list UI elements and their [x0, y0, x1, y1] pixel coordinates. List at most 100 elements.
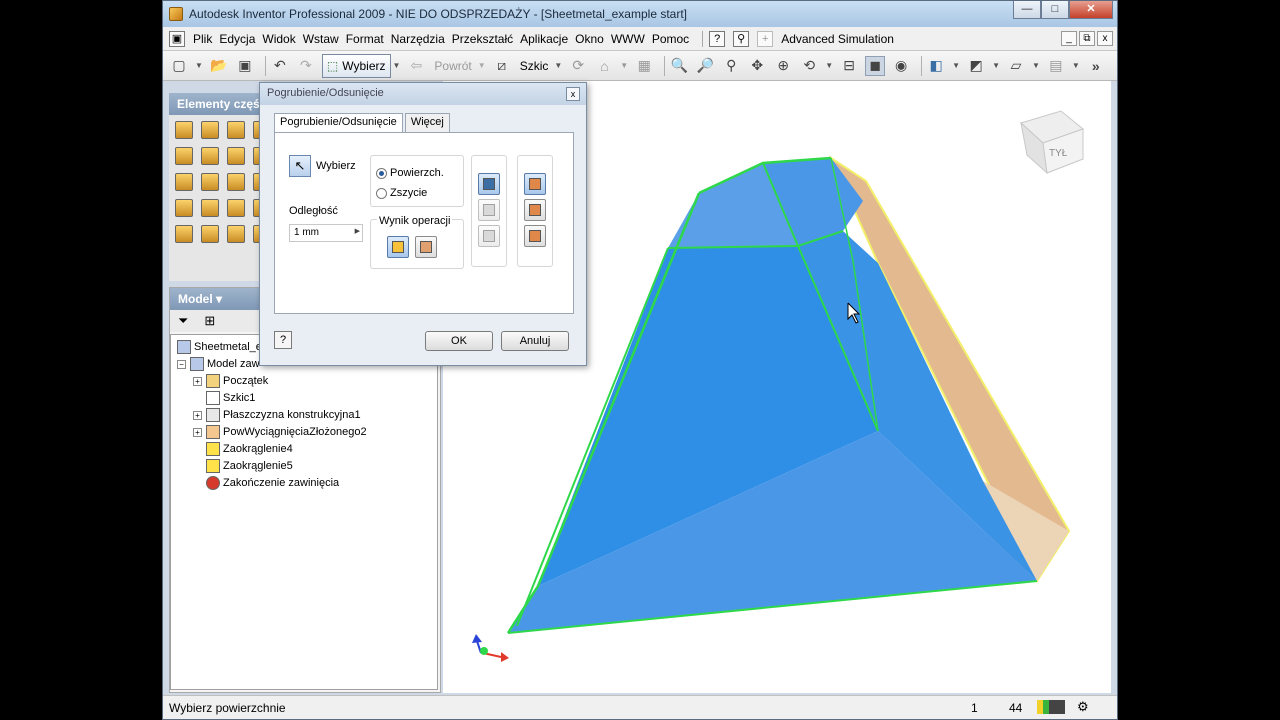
find-binoculars-icon[interactable]: ⊞	[204, 313, 215, 329]
hem-icon[interactable]	[201, 147, 219, 165]
intersect-button[interactable]	[478, 225, 500, 247]
display-mode-dropdown-icon[interactable]: ▼	[952, 61, 960, 70]
tree-item-sketch[interactable]: Szkic1	[206, 390, 255, 406]
radio-stitch[interactable]: Zszycie	[376, 187, 427, 199]
toolbar-overflow-icon[interactable]: »	[1086, 56, 1106, 76]
contour-flange-icon[interactable]	[201, 121, 219, 139]
radio-face[interactable]: Powierzch.	[376, 167, 444, 179]
collapse-icon[interactable]: −	[177, 359, 186, 369]
display-mode-icon[interactable]: ◧	[926, 56, 946, 76]
direction-2-button[interactable]	[524, 199, 546, 221]
menu-aplikacje[interactable]: Aplikacje	[520, 32, 568, 46]
expand-icon[interactable]: +	[193, 410, 202, 420]
minimize-button[interactable]: —	[1013, 1, 1041, 19]
tree-item-lofted-flange[interactable]: + PowWyciągnięciaZłożonego2	[193, 424, 367, 440]
corner-seam-icon[interactable]	[201, 173, 219, 191]
dialog-help-button[interactable]: ?	[274, 331, 292, 349]
menu-edycja[interactable]: Edycja	[219, 32, 255, 46]
tree-item-model-state[interactable]: − Model zaw	[177, 356, 260, 372]
dialog-close-icon[interactable]: x	[566, 87, 580, 101]
join-button[interactable]	[478, 173, 500, 195]
sketch-icon[interactable]: ⧄	[492, 56, 512, 76]
select-dropdown-icon[interactable]: ▼	[393, 61, 401, 70]
tree-item-fillet-4[interactable]: Zaokrąglenie4	[206, 441, 293, 457]
status-tools-icon[interactable]: ⚙	[1077, 699, 1089, 715]
lofted-flange-icon[interactable]	[227, 121, 245, 139]
split-icon[interactable]	[227, 225, 245, 243]
redo-icon[interactable]: ↷	[296, 56, 316, 76]
look-at-icon[interactable]: ⊟	[839, 56, 859, 76]
parameters-dropdown-icon[interactable]: ▼	[620, 61, 628, 70]
camera-icon[interactable]: ◩	[966, 56, 986, 76]
symmetric-button[interactable]	[524, 225, 546, 247]
orbit-dropdown-icon[interactable]: ▼	[825, 61, 833, 70]
menu-advanced-simulation[interactable]: Advanced Simulation	[781, 32, 894, 46]
view-cube[interactable]: TYŁ	[1020, 110, 1085, 175]
flat-pattern-icon[interactable]	[201, 199, 219, 217]
distance-input[interactable]: 1 mm ▶	[289, 224, 363, 242]
zoom-window-icon[interactable]: 🔎	[695, 56, 715, 76]
zoom-all-icon[interactable]: 🔍	[669, 56, 689, 76]
update-icon[interactable]: ⟳	[568, 56, 588, 76]
menu-wstaw[interactable]: Wstaw	[303, 32, 339, 46]
select-button[interactable]: ⬚ Wybierz	[321, 53, 391, 78]
sketch-dropdown-icon[interactable]: ▼	[554, 61, 562, 70]
sketch-button[interactable]: Szkic	[520, 59, 549, 73]
filter-icon[interactable]: ⏷	[178, 313, 188, 329]
shaded-display-icon[interactable]: ◼	[865, 55, 886, 76]
cancel-button[interactable]: Anuluj	[501, 331, 569, 351]
orbit-icon[interactable]: ⟲	[799, 56, 819, 76]
ground-plane-dropdown-icon[interactable]: ▼	[1032, 61, 1040, 70]
select-faces-button[interactable]: ↖	[289, 155, 311, 177]
maximize-button[interactable]: □	[1041, 1, 1069, 19]
menu-www[interactable]: WWW	[611, 32, 645, 46]
undo-icon[interactable]: ↶	[270, 56, 290, 76]
fold-icon[interactable]	[227, 147, 245, 165]
save-icon[interactable]: ▣	[235, 56, 255, 76]
surface-output-button[interactable]	[415, 236, 437, 258]
corner-round-icon[interactable]	[227, 173, 245, 191]
tree-item-end-of-part[interactable]: Zakończenie zawinięcia	[206, 475, 339, 491]
back-arrow-icon[interactable]: ⇦	[406, 56, 426, 76]
new-dropdown-icon[interactable]: ▼	[195, 61, 203, 70]
work-point-icon[interactable]	[227, 199, 245, 217]
tree-item-root[interactable]: Sheetmetal_ex	[177, 339, 267, 355]
thread-icon[interactable]	[201, 225, 219, 243]
back-dropdown-icon[interactable]: ▼	[478, 61, 486, 70]
punch-tool-icon[interactable]	[175, 199, 193, 217]
zoom-icon[interactable]: ⚲	[721, 56, 741, 76]
plus-icon[interactable]: +	[757, 30, 774, 47]
expand-icon[interactable]: +	[193, 427, 202, 437]
tree-item-origin[interactable]: + Początek	[193, 373, 268, 389]
doc-close-button[interactable]: x	[1097, 31, 1113, 46]
back-button[interactable]: Powrót	[434, 59, 471, 73]
menu-widok[interactable]: Widok	[262, 32, 295, 46]
open-file-icon[interactable]: 📂	[209, 56, 229, 76]
materials-icon[interactable]: ▤	[1046, 56, 1066, 76]
distance-spin-icon[interactable]: ▶	[355, 227, 360, 235]
close-button[interactable]: ✕	[1069, 1, 1113, 19]
ground-plane-icon[interactable]: ▱	[1006, 56, 1026, 76]
app-menu-icon[interactable]: ▣	[169, 30, 185, 47]
cut-button[interactable]	[478, 199, 500, 221]
direction-1-button[interactable]	[524, 173, 546, 195]
shadow-display-icon[interactable]: ◉	[891, 56, 911, 76]
search-help-icon[interactable]: ⚲	[733, 30, 750, 47]
camera-dropdown-icon[interactable]: ▼	[992, 61, 1000, 70]
tree-item-work-plane[interactable]: + Płaszczyzna konstrukcyjna1	[193, 407, 361, 423]
doc-restore-button[interactable]: ⧉	[1079, 31, 1095, 46]
face-tool-icon[interactable]	[175, 121, 193, 139]
cut-icon[interactable]	[175, 173, 193, 191]
tab-more[interactable]: Więcej	[404, 113, 450, 132]
parameters-icon[interactable]: ⌂	[594, 56, 614, 76]
flange-icon[interactable]	[175, 147, 193, 165]
zoom-selected-icon[interactable]: ⊕	[773, 56, 793, 76]
help-icon[interactable]: ?	[709, 30, 726, 47]
menu-plik[interactable]: Plik	[193, 32, 212, 46]
menu-narzedzia[interactable]: Narzędzia	[391, 32, 445, 46]
expand-icon[interactable]: +	[193, 376, 202, 386]
derive-icon[interactable]	[175, 225, 193, 243]
materials-dropdown-icon[interactable]: ▼	[1072, 61, 1080, 70]
menu-format[interactable]: Format	[346, 32, 384, 46]
tab-thicken-offset[interactable]: Pogrubienie/Odsunięcie	[274, 113, 403, 133]
